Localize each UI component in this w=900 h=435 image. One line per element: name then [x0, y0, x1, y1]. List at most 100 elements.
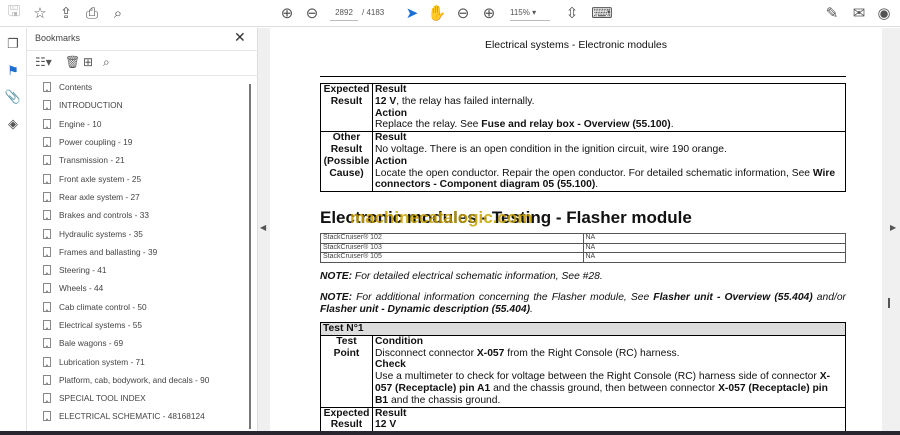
layers-icon[interactable]: ◈: [4, 116, 22, 134]
content-line: Locate the open conductor. Repair the op…: [375, 168, 843, 192]
bold-text: Flasher unit - Overview (55.404): [653, 292, 813, 303]
model-row: StackCruiser® 103 NA: [320, 242, 846, 253]
bookmark-icon: [43, 393, 51, 404]
bookmark-item[interactable]: Power coupling - 19: [27, 133, 247, 151]
bold-text: 12 V: [375, 419, 397, 431]
email-icon[interactable]: ✉: [849, 4, 869, 22]
bookmark-label: Transmission - 21: [59, 155, 125, 166]
bookmark-item[interactable]: Electrical systems - 55: [27, 316, 247, 334]
zoom-select[interactable]: 115% ▾: [510, 5, 550, 21]
bookmark-item[interactable]: Cab climate control - 50: [27, 298, 247, 316]
row-label: Expected Result: [320, 406, 373, 431]
bookmark-icon: [43, 118, 51, 129]
bookmark-icon: [43, 283, 51, 294]
bookmark-item[interactable]: Transmission - 21: [27, 151, 247, 169]
text-run: .: [670, 119, 674, 131]
text-run: Use a multimeter to check for voltage be…: [375, 371, 820, 383]
text-run: Replace the relay. See: [375, 119, 482, 131]
bookmarks-panel: Bookmarks ✕ ☷▾ 🗑 ⊞ ⌕ Contents INTRODUCTIO…: [27, 28, 258, 431]
bookmark-icon: [43, 155, 51, 166]
next-page-icon[interactable]: ⊖: [302, 4, 322, 22]
bookmark-item[interactable]: Front axle system - 25: [27, 169, 247, 187]
hand-tool-icon[interactable]: ✋: [427, 4, 447, 22]
bookmark-icon: [43, 210, 51, 221]
zoom-out-icon[interactable]: ⊖: [453, 4, 473, 22]
bookmark-icon: [43, 374, 51, 385]
bookmark-toolbar: ☷▾ 🗑 ⊞ ⌕: [27, 50, 258, 76]
attachments-icon[interactable]: 📎: [4, 89, 22, 107]
collapse-left-arrow-icon[interactable]: ◀: [260, 223, 266, 232]
sign-icon[interactable]: ✎: [822, 4, 842, 22]
bookmark-label: Contents: [59, 82, 93, 93]
bookmark-item[interactable]: Bale wagons - 69: [27, 334, 247, 352]
bookmark-item[interactable]: Steering - 41: [27, 261, 247, 279]
scroll-mode-icon[interactable]: ⌨: [591, 4, 613, 22]
content-line: Replace the relay. See Fuse and relay bo…: [375, 119, 843, 131]
bookmark-item[interactable]: ELECTRICAL SCHEMATIC - 48168124: [27, 407, 247, 425]
note-schematic: NOTE: For detailed electrical schematic …: [320, 271, 846, 283]
bookmark-icon: [43, 191, 51, 202]
find-bookmark-icon[interactable]: ⌕: [103, 55, 110, 70]
bookmark-item[interactable]: Engine - 10: [27, 115, 247, 133]
bookmark-item[interactable]: Hydraulic systems - 35: [27, 224, 247, 242]
bookmark-icon: [43, 320, 51, 330]
bookmark-item[interactable]: Lubrication system - 71: [27, 352, 247, 370]
row-label: Expected Result: [320, 82, 373, 133]
bold-text: Fuse and relay box - Overview (55.100): [481, 119, 671, 131]
bookmark-item[interactable]: Contents: [27, 78, 247, 96]
text-run: Locate the open conductor. Repair the op…: [375, 167, 813, 179]
bold-text: Flasher unit - Dynamic description (55.4…: [320, 303, 531, 315]
model-cell: StackCruiser® 103: [320, 242, 584, 253]
bookmark-icon: [43, 82, 51, 93]
upload-cloud-icon[interactable]: ⇪: [56, 4, 76, 22]
bookmark-label: Frames and ballasting - 39: [59, 246, 158, 257]
row-content: Condition Disconnect connector X-057 from…: [372, 334, 846, 408]
bookmark-label: Steering - 41: [59, 265, 107, 276]
row-label: Test Point: [320, 334, 373, 408]
bookmark-item[interactable]: SPECIAL TOOL INDEX: [27, 389, 247, 407]
bookmark-label: Front axle system - 25: [59, 173, 142, 184]
test-title: Test N°1: [320, 322, 846, 336]
options-menu-icon[interactable]: ☷▾: [35, 55, 52, 69]
bold-text: NOTE:: [320, 292, 353, 303]
content-line: Action: [375, 156, 843, 168]
bold-text: Result: [375, 132, 407, 144]
bookmark-label: Rear axle system - 27: [59, 191, 140, 202]
bookmark-item[interactable]: INTRODUCTION: [27, 96, 247, 114]
content-line: Disconnect connector X-057 from the Righ…: [375, 348, 843, 360]
pages-icon[interactable]: ❐: [4, 36, 22, 54]
text-run: and/or: [812, 292, 846, 303]
document-scrollbar[interactable]: [888, 298, 890, 308]
bookmark-item[interactable]: Brakes and controls - 33: [27, 206, 247, 224]
table-row: Expected Result Result 12 V, the relay has…: [320, 82, 846, 133]
zoom-in-icon[interactable]: ⊕: [479, 4, 499, 22]
sidebar-scrollbar[interactable]: [249, 84, 251, 429]
bookmark-label: Hydraulic systems - 35: [59, 228, 143, 239]
close-panel-button[interactable]: ✕: [234, 29, 246, 46]
delete-icon[interactable]: 🗑: [65, 55, 80, 69]
page-fit-icon[interactable]: ⇳: [562, 4, 582, 22]
bookmark-item[interactable]: Frames and ballasting - 39: [27, 243, 247, 261]
table-row: Test Point Condition Disconnect connector …: [320, 334, 846, 408]
bookmark-item[interactable]: Platform, cab, bodywork, and decals - 90: [27, 371, 247, 389]
add-bookmark-icon[interactable]: ⊞: [83, 55, 93, 69]
bookmark-star-icon[interactable]: ☆: [30, 4, 50, 22]
select-cursor-icon[interactable]: ➤: [402, 4, 422, 22]
bookmarks-icon[interactable]: ⚑: [4, 63, 22, 81]
print-icon[interactable]: ⎙: [82, 4, 102, 22]
bookmark-item[interactable]: Wheels - 44: [27, 279, 247, 297]
bookmark-icon: [43, 246, 51, 257]
previous-page-icon[interactable]: ⊕: [277, 4, 297, 22]
document-viewport: ◀ Electrical systems - Electronic module…: [258, 28, 900, 431]
bookmark-item[interactable]: Rear axle system - 27: [27, 188, 247, 206]
save-icon[interactable]: 🖫: [4, 3, 24, 22]
bookmark-icon: [43, 265, 51, 276]
bookmark-label: Bale wagons - 69: [59, 338, 124, 349]
page-number-input[interactable]: 2892: [330, 5, 358, 21]
bold-text: Result: [375, 407, 407, 419]
account-icon[interactable]: ◉: [874, 4, 894, 22]
note-flasher: NOTE: For additional information concern…: [320, 292, 846, 316]
search-icon[interactable]: ⌕: [108, 4, 128, 22]
collapse-right-arrow-icon[interactable]: ▶: [890, 223, 896, 232]
model-cell: StackCruiser® 105: [320, 252, 584, 263]
